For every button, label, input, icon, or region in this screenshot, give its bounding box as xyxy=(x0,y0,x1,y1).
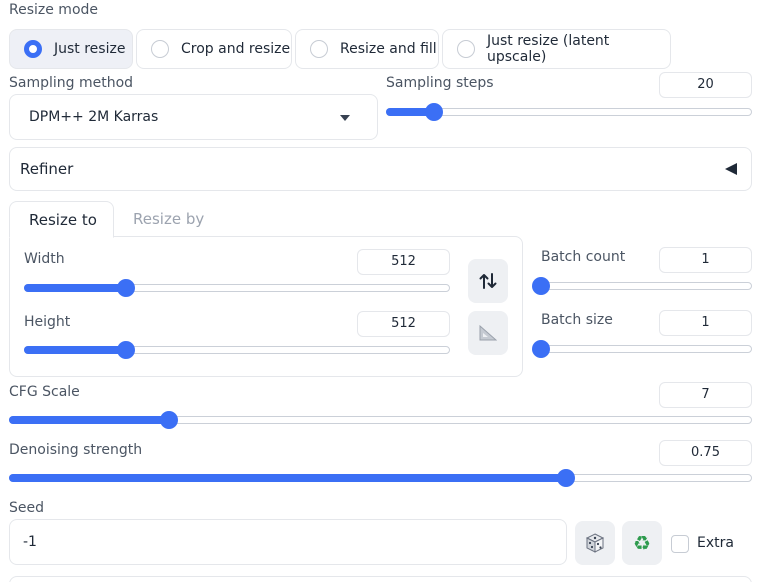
batch-size-input[interactable]: 1 xyxy=(659,310,752,336)
denoising-strength-slider[interactable] xyxy=(9,469,752,487)
swap-dimensions-button[interactable] xyxy=(468,259,508,303)
sampling-method-label: Sampling method xyxy=(9,75,134,91)
batch-count-label: Batch count xyxy=(541,249,626,265)
recycle-icon: ♻ xyxy=(633,531,651,555)
resize-mode-label: Resize mode xyxy=(9,2,99,18)
radio-crop-and-resize[interactable]: Crop and resize xyxy=(136,29,292,69)
sampling-method-dropdown[interactable]: DPM++ 2M Karras xyxy=(9,94,378,140)
seed-value: -1 xyxy=(23,534,37,550)
tab-label: Resize to xyxy=(29,211,97,229)
random-seed-button[interactable] xyxy=(575,521,615,565)
cfg-scale-slider[interactable] xyxy=(9,411,752,429)
radio-selected-icon xyxy=(24,40,42,58)
height-slider[interactable] xyxy=(24,341,450,359)
triangle-ruler-icon xyxy=(479,325,497,341)
next-panel xyxy=(9,576,752,582)
batch-count-slider[interactable] xyxy=(532,277,752,295)
collapse-triangle-icon xyxy=(725,163,737,175)
radio-unselected-icon xyxy=(310,40,328,58)
aspect-ratio-button[interactable] xyxy=(468,311,508,355)
denoising-strength-input[interactable]: 0.75 xyxy=(659,440,752,466)
height-input[interactable]: 512 xyxy=(357,311,450,337)
reuse-seed-button[interactable]: ♻ xyxy=(622,521,662,565)
denoising-strength-label: Denoising strength xyxy=(9,442,143,458)
dropdown-value: DPM++ 2M Karras xyxy=(29,109,159,125)
sampling-steps-label: Sampling steps xyxy=(386,75,494,91)
cfg-scale-input[interactable]: 7 xyxy=(659,382,752,408)
slider-handle[interactable] xyxy=(160,411,179,429)
seed-label: Seed xyxy=(9,500,44,516)
refiner-accordion[interactable]: Refiner xyxy=(9,147,752,191)
radio-label: Crop and resize xyxy=(181,41,291,57)
width-input[interactable]: 512 xyxy=(357,249,450,275)
swap-arrows-icon xyxy=(479,273,497,289)
slider-handle[interactable] xyxy=(117,341,136,359)
tab-resize-to[interactable]: Resize to xyxy=(9,201,114,238)
width-label: Width xyxy=(24,251,65,267)
radio-unselected-icon xyxy=(457,40,475,58)
cfg-scale-label: CFG Scale xyxy=(9,384,80,400)
refiner-title: Refiner xyxy=(20,160,74,178)
width-slider[interactable] xyxy=(24,279,450,297)
slider-handle[interactable] xyxy=(424,103,443,121)
batch-size-slider[interactable] xyxy=(532,340,752,358)
dice-icon xyxy=(585,533,605,553)
radio-unselected-icon xyxy=(151,40,169,58)
seed-input[interactable]: -1 xyxy=(9,519,567,565)
slider-handle[interactable] xyxy=(532,340,550,358)
sampling-steps-input[interactable]: 20 xyxy=(659,72,752,98)
chevron-down-icon xyxy=(340,115,350,121)
batch-size-label: Batch size xyxy=(541,312,613,328)
radio-resize-and-fill[interactable]: Resize and fill xyxy=(295,29,439,69)
radio-label: Just resize xyxy=(54,41,126,57)
height-label: Height xyxy=(24,314,71,330)
extra-label: Extra xyxy=(697,535,734,551)
slider-handle[interactable] xyxy=(532,277,550,295)
tab-resize-by[interactable]: Resize by xyxy=(133,210,204,228)
slider-handle[interactable] xyxy=(117,279,136,297)
radio-label: Resize and fill xyxy=(340,41,437,57)
slider-handle[interactable] xyxy=(557,469,576,487)
radio-latent-upscale[interactable]: Just resize (latent upscale) xyxy=(442,29,671,69)
radio-just-resize[interactable]: Just resize xyxy=(9,29,133,69)
radio-label: Just resize (latent upscale) xyxy=(487,33,610,65)
batch-count-input[interactable]: 1 xyxy=(659,247,752,273)
extra-checkbox[interactable] xyxy=(671,535,689,553)
sampling-steps-slider[interactable] xyxy=(386,103,752,121)
